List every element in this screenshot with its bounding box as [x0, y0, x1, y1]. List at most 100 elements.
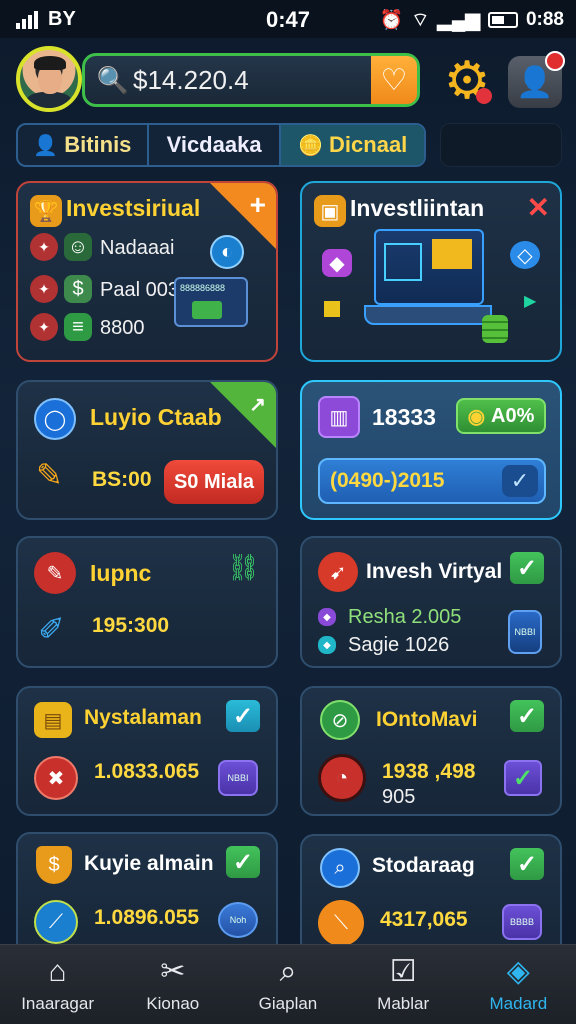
- card-luyio-ctaab[interactable]: ↗ ◯ Luyio Ctaab ✎ BS:00 S0 Miala: [16, 380, 278, 520]
- pin-icon: ✦: [30, 275, 58, 303]
- avatar[interactable]: [16, 46, 82, 112]
- home-icon: ⌂: [48, 954, 67, 988]
- chart-up-icon: ↗: [249, 394, 266, 416]
- card-title: Stodaraag: [372, 854, 475, 877]
- check-icon[interactable]: ✓: [504, 760, 542, 796]
- card-kuyie-almain[interactable]: $ Kuyie almain ✓ ⟋ 1.0896.055 Noh: [16, 832, 278, 956]
- card-investsiriual[interactable]: + 🏆 Investsiriual ✦ ☺ Nadaaai ✦ $ Paal 0…: [16, 181, 278, 362]
- nav-item-inaaragar[interactable]: ⌂ Inaaragar: [0, 945, 115, 1024]
- portrait-icon: ☺: [64, 233, 92, 261]
- row-text: Sagie 1026: [348, 634, 450, 656]
- status-bar: BY 0:47 ⏰ ⌔ ▂▄▆ 0:88: [0, 0, 576, 38]
- card-invesh-virtyal[interactable]: ➹ Invesh Virtyal ✓ ◆ Resha 2.005 ◆ Sagie…: [300, 536, 562, 668]
- card-iupnc[interactable]: ✎ Iupnc ⛓ ✐ 195:300: [16, 536, 278, 668]
- chest-icon: ▥: [318, 396, 360, 438]
- card-title: Iupnc: [90, 560, 152, 586]
- date-bar[interactable]: (0490-)2015 ✓: [318, 458, 546, 504]
- tab-vicdaaka[interactable]: Vicdaaka: [149, 125, 282, 165]
- heart-button[interactable]: ♡: [371, 56, 417, 104]
- card-title: Luyio Ctaab: [90, 404, 222, 430]
- s0-miala-button[interactable]: S0 Miala: [164, 460, 264, 504]
- card-stodaraag[interactable]: ⌕ Stodaraag ✓ ⟍ 4317,065 BBBB: [300, 834, 562, 956]
- compass-icon: ⟋: [34, 900, 78, 944]
- heart-icon: ♡: [380, 63, 408, 97]
- user-icon: 👤: [516, 65, 554, 99]
- rocket-icon: ➹: [318, 552, 358, 592]
- cube-icon: [324, 301, 340, 317]
- cash-icon: $: [64, 275, 92, 303]
- purple-chip: NBBI: [218, 760, 258, 796]
- row-text: 8800: [100, 317, 145, 339]
- tab-placeholder: [440, 123, 562, 167]
- plus-icon[interactable]: +: [250, 189, 266, 221]
- search-icon: ⌕: [279, 954, 297, 988]
- tab-bitinis[interactable]: 👤 Bitinis: [18, 125, 149, 165]
- nav-item-kionao[interactable]: ✂ Kionao: [115, 945, 230, 1024]
- nav-item-madard[interactable]: ◈ Madard: [461, 945, 576, 1024]
- coin-icon: ◉: [467, 405, 486, 428]
- check-icon[interactable]: ✓: [510, 552, 544, 584]
- check-icon[interactable]: ✓: [510, 848, 544, 880]
- battery-icon: [487, 12, 518, 28]
- card-title: Invesh Virtyal: [366, 560, 503, 583]
- card-nystalaman[interactable]: ▤ Nystalaman ✓ ✖ 1.0833.065 NBBI: [16, 686, 278, 816]
- card-value-secondary: 905: [382, 786, 416, 808]
- search-icon: ⌕: [320, 848, 360, 888]
- user-icon: 👤: [33, 134, 59, 157]
- pen-icon: ✎: [34, 552, 76, 594]
- layers-icon: ◈: [506, 954, 530, 988]
- nav-item-mablar[interactable]: ☑ Mablar: [346, 945, 461, 1024]
- row-text: Nadaaai: [100, 237, 175, 259]
- tools-icon: ✂: [160, 954, 186, 988]
- screen-text: 888886888: [180, 283, 226, 293]
- card-value: 195:300: [92, 614, 170, 637]
- profile-button[interactable]: 👤: [508, 51, 565, 108]
- alarm-icon: ⏰: [379, 10, 404, 31]
- check-icon[interactable]: ✓: [226, 700, 260, 732]
- chat-icon: ◐: [210, 235, 244, 269]
- check-icon[interactable]: ✓: [226, 846, 260, 878]
- nav-item-giaplan[interactable]: ⌕ Giaplan: [230, 945, 345, 1024]
- blue-chip: Noh: [218, 902, 258, 938]
- link-icon: ⛓: [226, 552, 260, 582]
- row-text: Resha 2.005: [348, 606, 462, 628]
- card-value: 1.0896.055: [94, 906, 200, 929]
- cube-icon: ◆: [322, 249, 352, 277]
- trophy-icon: 🏆: [30, 195, 62, 227]
- keyboard-image: [364, 305, 492, 325]
- battery-text: 0:88: [525, 9, 564, 30]
- card-value: BS:00: [92, 468, 152, 491]
- card-investliintan[interactable]: ▣ Investliintan ✕ 3 ◆ ◇ ▶: [300, 181, 562, 362]
- check-icon[interactable]: ✓: [510, 700, 544, 732]
- tab-dicnaal[interactable]: 🪙 Dicnaal: [281, 125, 424, 165]
- cube-icon: ◆: [318, 608, 336, 626]
- scroll-icon: ▤: [34, 702, 72, 738]
- card-title: 18333: [372, 404, 436, 430]
- checkbox-icon: ☑: [389, 954, 417, 988]
- card-title: IOntoMavi: [376, 708, 478, 731]
- monitor-chip: NBBI: [508, 610, 542, 654]
- pointer-icon: ✐: [38, 611, 65, 647]
- card-value: 1938 ,498: [382, 760, 476, 783]
- card-18333[interactable]: ▥ 18333 ◉ A0% (0490-)2015 ✓: [300, 380, 562, 520]
- tab-bar: 👤 Bitinis Vicdaaka 🪙 Dicnaal: [16, 123, 426, 167]
- tools-icon: ✖: [34, 756, 78, 800]
- coin-icon: 🪙: [298, 134, 324, 157]
- wifi-icon: ⌔: [411, 10, 430, 31]
- shield-badge-icon: $: [36, 846, 72, 884]
- check-icon[interactable]: ✓: [502, 465, 538, 497]
- settings-button[interactable]: ⚙: [440, 52, 494, 110]
- balance-search-bar[interactable]: 🔍 $14.220.4 ♡: [82, 53, 420, 107]
- percent-pill[interactable]: ◉ A0%: [456, 398, 546, 434]
- laptop-image: 888886888: [174, 277, 248, 327]
- card-title: Investliintan: [350, 195, 485, 221]
- card-iontomavi[interactable]: ⊘ IOntoMavi ✓ ◔ 1938 ,498 905 ✓: [300, 686, 562, 816]
- search-input[interactable]: $14.220.4: [133, 65, 371, 96]
- notification-badge: [545, 51, 565, 71]
- pin-icon: ✦: [30, 313, 58, 341]
- card-title: Kuyie almain: [84, 852, 214, 875]
- document-icon: ≡: [64, 313, 92, 341]
- close-icon[interactable]: ✕: [527, 191, 550, 224]
- gem-icon: ◇: [510, 241, 540, 269]
- coins-stack: [482, 315, 508, 343]
